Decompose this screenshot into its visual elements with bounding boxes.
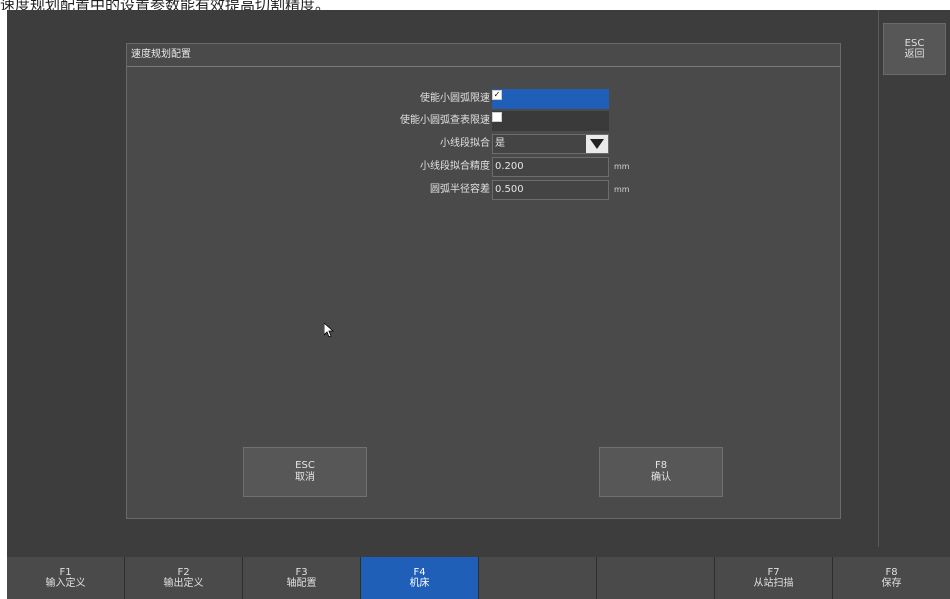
fkey-f6[interactable] [597, 557, 715, 599]
small-arc-table-limit-checkbox[interactable] [492, 112, 502, 122]
row-segment-fitting: 小线段拟合 [127, 134, 490, 154]
small-arc-limit-checkbox[interactable]: ✓ [492, 90, 502, 100]
fkey-f4-key: F4 [413, 567, 426, 578]
fkey-f2[interactable]: F2 输出定义 [125, 557, 243, 599]
segment-fitting-precision-label: 小线段拟合精度 [420, 161, 490, 172]
fkey-f1[interactable]: F1 输入定义 [7, 557, 125, 599]
cancel-label: 取消 [295, 472, 315, 483]
segment-fitting-label: 小线段拟合 [440, 138, 490, 149]
small-arc-table-limit-field[interactable] [492, 111, 609, 131]
segment-fitting-value: 是 [495, 138, 505, 149]
fkey-f3-label: 轴配置 [286, 578, 317, 589]
confirm-key: F8 [654, 460, 668, 471]
fkey-f2-label: 输出定义 [163, 578, 204, 589]
esc-back-button[interactable]: ESC 返回 [883, 23, 946, 75]
fkey-f2-key: F2 [177, 567, 190, 578]
small-arc-table-limit-label: 使能小圆弧查表限速 [400, 115, 490, 126]
fkey-f5[interactable] [479, 557, 597, 599]
fkey-f7-key: F7 [767, 567, 780, 578]
fkey-f8-key: F8 [885, 567, 898, 578]
confirm-button[interactable]: F8 确认 [599, 447, 723, 497]
chevron-down-icon[interactable] [586, 135, 608, 153]
speed-planning-dialog: 速度规划配置 使能小圆弧限速 ✓ 使能小圆弧查表限速 小线段拟合 是 小线段拟合… [126, 43, 841, 519]
fkey-f4[interactable]: F4 机床 [361, 557, 479, 599]
function-key-bar: F1 输入定义 F2 输出定义 F3 轴配置 F4 机床 F7 从站扫描 F8 [7, 557, 950, 599]
row-segment-fitting-precision: 小线段拟合精度 [127, 157, 490, 177]
top-caption: 速度规划配置中的设置参数能有效提高切割精度。 [0, 0, 331, 10]
mouse-cursor-icon [323, 322, 335, 341]
small-arc-limit-label: 使能小圆弧限速 [420, 93, 490, 104]
arc-radius-tolerance-input[interactable]: 0.500 [492, 180, 609, 200]
fkey-f1-key: F1 [59, 567, 72, 578]
cnc-screen: ESC 返回 速度规划配置 使能小圆弧限速 ✓ 使能小圆弧查表限速 小线段拟合 … [7, 10, 950, 599]
dialog-title: 速度规划配置 [127, 44, 840, 67]
fkey-f8[interactable]: F8 保存 [833, 557, 950, 599]
segment-fitting-precision-unit: mm [614, 162, 630, 171]
row-small-arc-limit: 使能小圆弧限速 [127, 89, 490, 109]
confirm-label: 确认 [651, 472, 671, 483]
fkey-f3[interactable]: F3 轴配置 [243, 557, 361, 599]
fkey-f7-label: 从站扫描 [753, 578, 794, 589]
esc-back-label: 返回 [904, 49, 925, 60]
arc-radius-tolerance-unit: mm [614, 185, 630, 194]
fkey-f8-label: 保存 [881, 578, 902, 589]
fkey-f1-label: 输入定义 [45, 578, 86, 589]
segment-fitting-precision-input[interactable]: 0.200 [492, 157, 609, 177]
row-arc-radius-tolerance: 圆弧半径容差 [127, 180, 490, 200]
cancel-button[interactable]: ESC 取消 [243, 447, 367, 497]
fkey-f7[interactable]: F7 从站扫描 [715, 557, 833, 599]
arc-radius-tolerance-label: 圆弧半径容差 [430, 184, 490, 195]
row-small-arc-table-limit: 使能小圆弧查表限速 [127, 111, 490, 131]
cancel-key: ESC [295, 460, 315, 471]
small-arc-limit-field[interactable]: ✓ [492, 89, 609, 109]
segment-fitting-select[interactable]: 是 [492, 134, 609, 154]
esc-back-key: ESC [904, 38, 925, 49]
fkey-f3-key: F3 [295, 567, 308, 578]
right-rail-divider [878, 10, 879, 547]
fkey-f4-label: 机床 [409, 578, 430, 589]
